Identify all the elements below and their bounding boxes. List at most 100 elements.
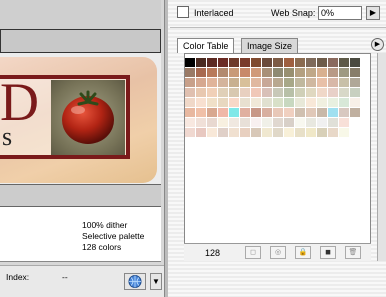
color-swatch[interactable]	[328, 128, 339, 138]
color-swatch[interactable]	[339, 88, 350, 98]
color-swatch[interactable]	[251, 68, 262, 78]
color-swatch[interactable]	[328, 98, 339, 108]
color-swatch[interactable]	[240, 98, 251, 108]
color-swatch[interactable]	[262, 88, 273, 98]
color-swatch[interactable]	[350, 98, 361, 108]
color-swatch[interactable]	[328, 118, 339, 128]
color-swatch[interactable]	[317, 98, 328, 108]
color-swatch[interactable]	[196, 58, 207, 68]
color-swatch[interactable]	[328, 108, 339, 118]
color-swatch[interactable]	[218, 108, 229, 118]
color-swatch[interactable]	[251, 98, 262, 108]
color-swatch[interactable]	[328, 58, 339, 68]
color-swatch[interactable]	[317, 88, 328, 98]
websnap-arrow-button[interactable]: ▶	[366, 6, 380, 20]
color-swatch[interactable]	[207, 118, 218, 128]
color-swatch[interactable]	[251, 108, 262, 118]
color-swatch[interactable]	[251, 88, 262, 98]
color-swatch[interactable]	[240, 58, 251, 68]
color-swatch[interactable]	[185, 98, 196, 108]
color-swatch[interactable]	[295, 68, 306, 78]
preview-in-browser-button[interactable]	[124, 273, 146, 290]
color-swatch[interactable]	[251, 128, 262, 138]
color-swatch[interactable]	[207, 68, 218, 78]
color-swatch[interactable]	[295, 118, 306, 128]
color-swatch[interactable]	[350, 78, 361, 88]
color-swatch[interactable]	[284, 118, 295, 128]
tab-image-size[interactable]: Image Size	[241, 38, 299, 53]
color-swatch[interactable]	[251, 78, 262, 88]
color-swatch[interactable]	[284, 128, 295, 138]
color-swatch[interactable]	[350, 58, 361, 68]
color-swatch[interactable]	[207, 128, 218, 138]
color-swatch[interactable]	[185, 88, 196, 98]
color-swatch[interactable]	[306, 78, 317, 88]
color-swatch[interactable]	[339, 108, 350, 118]
color-swatch[interactable]	[196, 128, 207, 138]
color-swatch[interactable]	[306, 68, 317, 78]
color-swatch[interactable]	[207, 58, 218, 68]
new-color-button[interactable]: ◼	[320, 246, 336, 259]
color-swatch[interactable]	[328, 68, 339, 78]
color-swatch[interactable]	[262, 58, 273, 68]
color-swatch[interactable]	[306, 128, 317, 138]
color-swatch[interactable]	[218, 68, 229, 78]
color-swatch[interactable]	[207, 98, 218, 108]
color-swatch[interactable]	[229, 58, 240, 68]
color-swatch[interactable]	[185, 118, 196, 128]
color-swatch[interactable]	[273, 98, 284, 108]
color-swatch[interactable]	[339, 98, 350, 108]
color-swatch[interactable]	[229, 118, 240, 128]
delete-color-button[interactable]: 🗑	[345, 246, 361, 259]
color-swatch[interactable]	[185, 128, 196, 138]
color-swatch[interactable]	[317, 78, 328, 88]
color-swatch[interactable]	[207, 88, 218, 98]
color-swatch[interactable]	[218, 78, 229, 88]
color-swatch[interactable]	[262, 78, 273, 88]
panel-menu-button[interactable]: ▶	[371, 38, 384, 51]
color-swatch[interactable]	[196, 98, 207, 108]
color-swatch[interactable]	[317, 58, 328, 68]
color-swatch[interactable]	[218, 118, 229, 128]
color-swatch[interactable]	[350, 128, 361, 138]
color-swatch[interactable]	[251, 118, 262, 128]
color-swatch[interactable]	[240, 68, 251, 78]
color-swatch[interactable]	[328, 88, 339, 98]
color-swatch[interactable]	[262, 128, 273, 138]
color-swatch[interactable]	[350, 68, 361, 78]
color-swatch[interactable]	[185, 68, 196, 78]
web-shift-button[interactable]: ◎	[270, 246, 286, 259]
color-swatch[interactable]	[339, 58, 350, 68]
color-swatch[interactable]	[339, 118, 350, 128]
lock-color-button[interactable]: 🔒	[295, 246, 311, 259]
color-swatch[interactable]	[240, 88, 251, 98]
color-swatch[interactable]	[218, 58, 229, 68]
color-swatch[interactable]	[196, 78, 207, 88]
color-swatch[interactable]	[262, 108, 273, 118]
color-swatch[interactable]	[317, 118, 328, 128]
color-swatch[interactable]	[196, 68, 207, 78]
color-swatch[interactable]	[196, 108, 207, 118]
color-swatch[interactable]	[295, 58, 306, 68]
color-swatch[interactable]	[284, 108, 295, 118]
color-swatch[interactable]	[218, 98, 229, 108]
color-swatch[interactable]	[262, 98, 273, 108]
color-swatch[interactable]	[229, 98, 240, 108]
pane-divider[interactable]	[164, 0, 168, 297]
color-swatch[interactable]	[350, 108, 361, 118]
color-swatch[interactable]	[295, 78, 306, 88]
color-swatch[interactable]	[284, 78, 295, 88]
color-swatch[interactable]	[262, 68, 273, 78]
color-swatch[interactable]	[350, 88, 361, 98]
color-swatch[interactable]	[185, 78, 196, 88]
color-swatch[interactable]	[306, 118, 317, 128]
color-swatch[interactable]	[273, 108, 284, 118]
color-swatch[interactable]	[229, 128, 240, 138]
map-color-button[interactable]: ◻	[245, 246, 261, 259]
color-swatch[interactable]	[284, 58, 295, 68]
color-swatch[interactable]	[339, 68, 350, 78]
color-swatch[interactable]	[229, 68, 240, 78]
color-swatch[interactable]	[251, 58, 262, 68]
color-swatch[interactable]	[306, 98, 317, 108]
color-swatch[interactable]	[339, 78, 350, 88]
